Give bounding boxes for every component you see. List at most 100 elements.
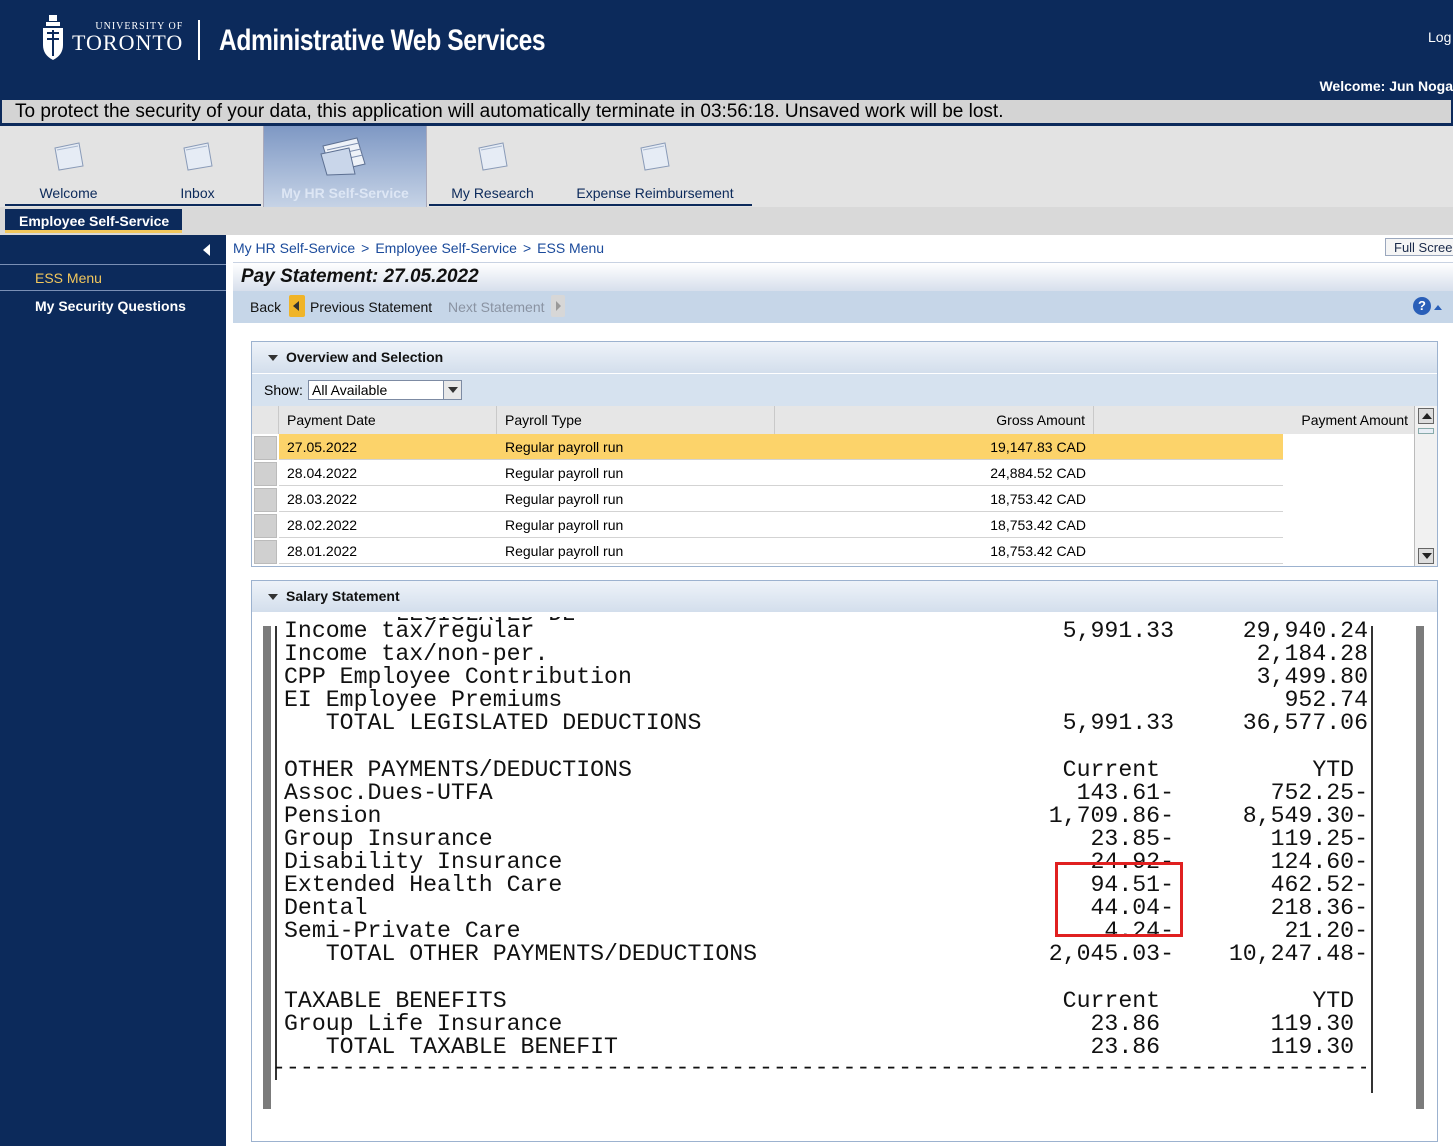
statement-ytd-amount: 218.36- (1270, 895, 1368, 922)
cell-gross-amount: 24,884.52 CAD (775, 460, 1094, 486)
salary-statement-title: Salary Statement (286, 588, 400, 604)
statement-current-amount: 23.86 (1090, 1010, 1174, 1037)
cell-payroll-type: Regular payroll run (497, 486, 775, 512)
tab-my-research[interactable]: My Research (429, 126, 556, 207)
statement-ytd-amount: YTD (1312, 756, 1368, 783)
previous-arrow-icon[interactable] (289, 295, 305, 317)
statement-ytd-amount (1152, 736, 1368, 759)
statement-right-border (1416, 626, 1424, 1109)
sub-navigation: Employee Self-Service (0, 207, 1453, 235)
statement-current-amount: 23.85- (1090, 825, 1175, 852)
next-statement-button[interactable]: Next Statement (448, 299, 545, 315)
collapse-triangle-icon[interactable] (268, 355, 278, 361)
statement-line-label: EI Employee Premiums (284, 687, 563, 714)
statement-line-label: Extended Health Care (284, 872, 563, 899)
subnav-employee-self-service[interactable]: Employee Self-Service (5, 209, 182, 233)
statement-line-label: Group Life Insurance (284, 1010, 563, 1037)
statement-ytd-amount: 119.30 (1270, 1010, 1368, 1037)
cell-payment-date: 28.02.2022 (279, 512, 497, 538)
column-header-payment-date[interactable]: Payment Date (279, 406, 497, 434)
help-menu-caret-icon[interactable] (1434, 305, 1442, 310)
statement-line-label: Disability Insurance (284, 849, 563, 875)
cell-payroll-type: Regular payroll run (497, 460, 775, 486)
table-row[interactable]: 28.01.2022 Regular payroll run 18,753.42… (252, 538, 1414, 564)
statement-line-label: TAXABLE BENEFITS (284, 987, 507, 1014)
statement-ytd-amount: 752.25- (1270, 779, 1368, 806)
back-button[interactable]: Back (250, 299, 281, 315)
row-selector[interactable] (254, 514, 277, 538)
column-header-gross-amount[interactable]: Gross Amount (775, 406, 1094, 434)
full-screen-button[interactable]: Full Scree (1385, 238, 1453, 256)
tab-underline (5, 204, 261, 206)
statement-ytd-amount: 462.52- (1270, 872, 1368, 899)
sidebar-item-ess-menu[interactable]: ESS Menu (0, 264, 226, 291)
statement-ytd-amount: 2,184.28 (1256, 641, 1368, 668)
folder-icon (477, 142, 508, 171)
statement-current-amount: 23.86 (1090, 1033, 1174, 1060)
tab-inbox[interactable]: Inbox (134, 126, 261, 207)
collapse-sidebar-icon[interactable] (203, 244, 210, 256)
previous-statement-button[interactable]: Previous Statement (310, 299, 432, 315)
statement-current-amount: 5,991.33 (1062, 710, 1174, 737)
sidebar-item-security-questions[interactable]: My Security Questions (0, 293, 226, 320)
statement-left-line (275, 626, 277, 1080)
cell-payment-date: 28.01.2022 (279, 538, 497, 564)
row-selector[interactable] (254, 540, 277, 564)
statement-current-amount: 143.61- (1076, 779, 1174, 806)
folder-icon (182, 142, 213, 171)
salary-statement-header[interactable]: Salary Statement (252, 581, 1437, 612)
cell-payment-date: 28.04.2022 (279, 460, 497, 486)
statement-ytd-amount: 29,940.24 (1242, 618, 1368, 644)
tab-label: Inbox (180, 185, 215, 201)
cell-payroll-type: Regular payroll run (497, 512, 775, 538)
cell-gross-amount: 18,753.42 CAD (775, 512, 1094, 538)
sidebar: ESS Menu My Security Questions (0, 235, 226, 1146)
column-header-payment-amount[interactable]: Payment Amount (1094, 406, 1414, 434)
table-row[interactable]: 28.04.2022 Regular payroll run 24,884.52… (252, 460, 1414, 486)
statement-current-amount: 2,045.03- (1048, 941, 1174, 968)
cell-gross-amount: 18,753.42 CAD (775, 538, 1094, 564)
tab-welcome[interactable]: Welcome (5, 126, 132, 207)
scroll-up-icon[interactable] (1418, 408, 1434, 424)
statement-ytd-amount: 952.74 (1284, 687, 1369, 714)
cell-payment-amount (1094, 460, 1283, 486)
statement-line-label: Income tax/non-per. (284, 641, 549, 668)
table-scrollbar[interactable] (1414, 406, 1437, 566)
next-arrow-icon[interactable] (551, 295, 565, 317)
logout-link[interactable]: Log (1428, 29, 1451, 45)
table-row[interactable]: 28.02.2022 Regular payroll run 18,753.42… (252, 512, 1414, 538)
university-logo[interactable]: UNIVERSITY OF TORONTO (40, 12, 183, 64)
logo-divider (198, 20, 200, 60)
highlight-box (1055, 862, 1183, 937)
help-icon[interactable]: ? (1413, 297, 1431, 315)
select-all-header[interactable] (252, 406, 279, 434)
breadcrumb-ess-menu[interactable]: ESS Menu (537, 240, 604, 256)
tab-label: Expense Reimbursement (576, 185, 734, 201)
scroll-thumb[interactable] (1418, 428, 1434, 434)
show-select[interactable]: All Available (308, 380, 462, 400)
row-selector[interactable] (254, 436, 277, 460)
column-header-payroll-type[interactable]: Payroll Type (497, 406, 775, 434)
tab-expense-reimbursement[interactable]: Expense Reimbursement (558, 126, 752, 207)
tab-my-hr-self-service[interactable]: My HR Self-Service (263, 126, 427, 207)
page-title-bar: Pay Statement: 27.05.2022 (233, 262, 1453, 291)
statement-line-label: CPP Employee Contribution (284, 664, 632, 691)
overview-panel-header[interactable]: Overview and Selection (252, 342, 1437, 373)
table-row[interactable]: 27.05.2022 Regular payroll run 19,147.83… (252, 434, 1414, 460)
statement-ytd-amount: 36,577.06 (1242, 710, 1368, 737)
statement-current-amount (952, 736, 1174, 759)
collapse-triangle-icon[interactable] (268, 594, 278, 600)
breadcrumb-my-hr-self-service[interactable]: My HR Self-Service (233, 240, 355, 256)
statement-current-amount (952, 643, 1174, 666)
statement-line-label: TOTAL LEGISLATED DEDUCTIONS (284, 710, 702, 737)
breadcrumb-employee-self-service[interactable]: Employee Self-Service (375, 240, 517, 256)
folder-icon (53, 142, 84, 171)
row-selector[interactable] (254, 488, 277, 512)
dropdown-arrow-icon[interactable] (443, 381, 461, 399)
row-selector[interactable] (254, 462, 277, 486)
table-row[interactable]: 28.03.2022 Regular payroll run 18,753.42… (252, 486, 1414, 512)
scroll-down-icon[interactable] (1418, 548, 1434, 564)
statement-line-label: TOTAL OTHER PAYMENTS/DEDUCTIONS (284, 941, 758, 968)
statement-current-amount: Current (1062, 756, 1174, 783)
statement-ytd-amount: 3,499.80 (1256, 664, 1368, 691)
